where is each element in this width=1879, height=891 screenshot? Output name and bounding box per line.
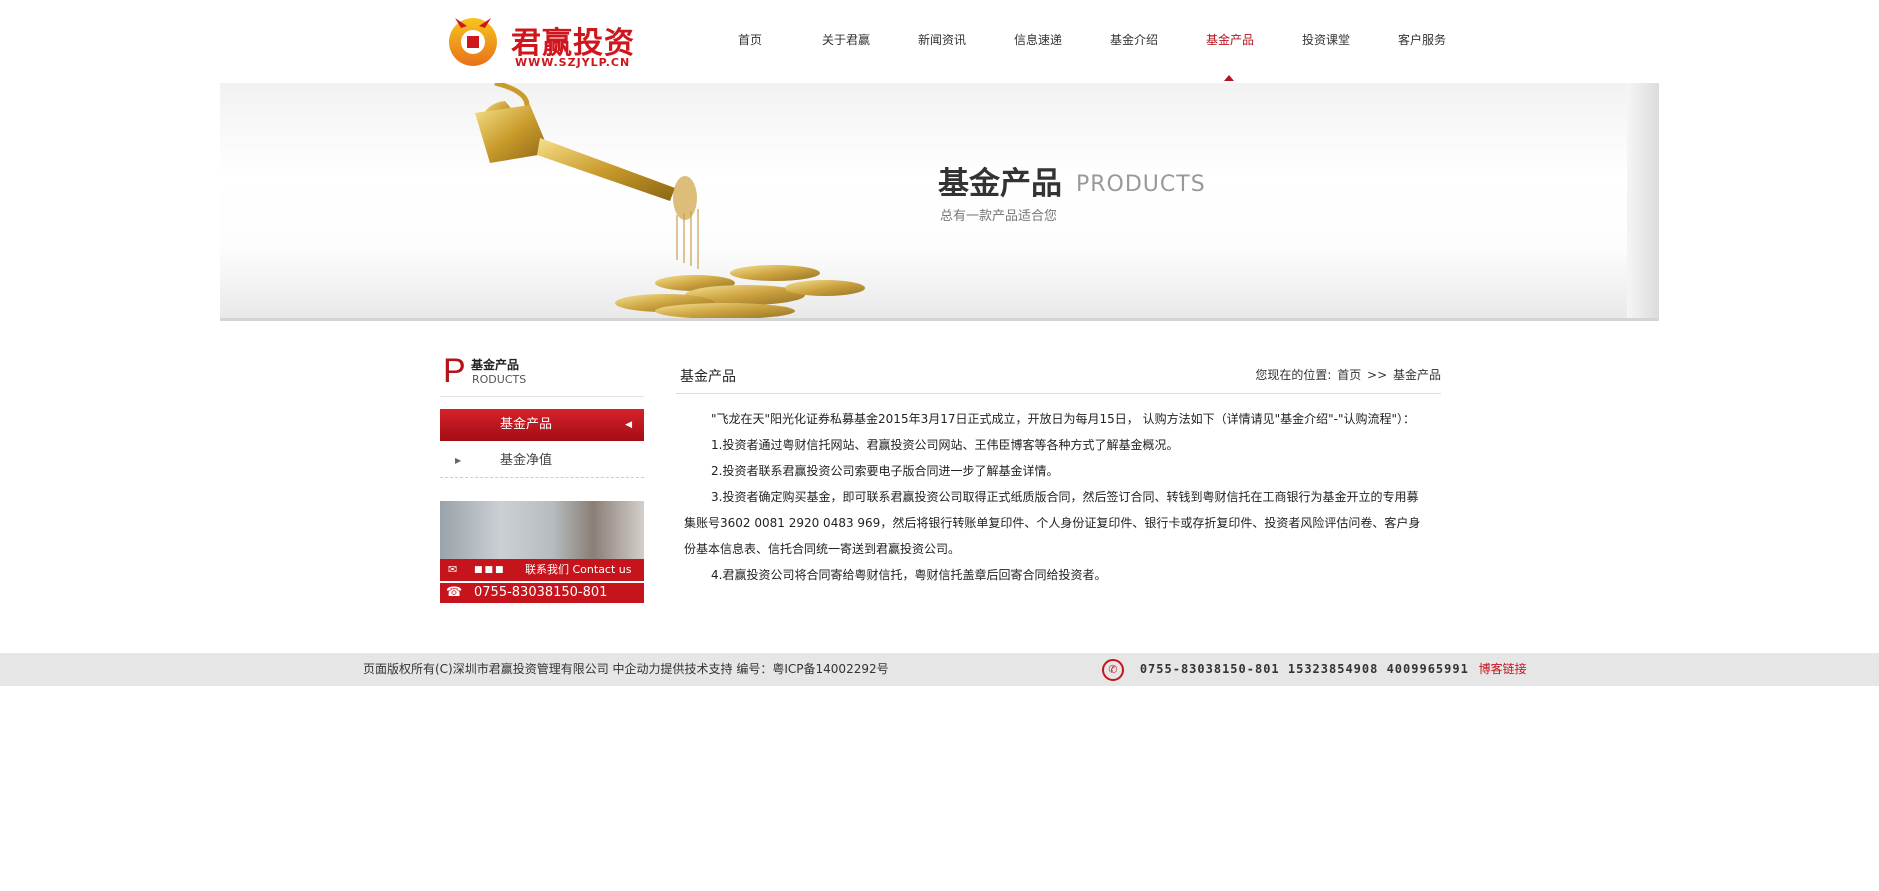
contact-us-bar: ✉ ■■■ 联系我们 Contact us bbox=[440, 559, 644, 581]
contact-us-label: 联系我们 Contact us bbox=[525, 563, 632, 576]
logo-url: WWW.SZJYLP.CN bbox=[515, 56, 631, 69]
phone-icon: ✆ bbox=[1102, 658, 1124, 681]
banner-title-en: PRODUCTS bbox=[1076, 172, 1206, 197]
breadcrumb-current: 基金产品 bbox=[1392, 368, 1441, 382]
content-header: 基金产品 您现在的位置: 首页 >> 基金产品 bbox=[676, 358, 1441, 394]
article-paragraph: 2.投资者联系君赢投资公司索要电子版合同进一步了解基金详情。 bbox=[711, 464, 1059, 478]
mail-icon: ✉ bbox=[448, 563, 458, 576]
blog-link[interactable]: 博客链接 bbox=[1479, 662, 1527, 676]
nav-news[interactable]: 新闻资讯 bbox=[894, 0, 990, 80]
banner: 基金产品 PRODUCTS 总有一款产品适合您 bbox=[220, 83, 1659, 321]
footer: 页面版权所有(C)深圳市君赢投资管理有限公司 中企动力提供技术支持 编号：粤IC… bbox=[0, 653, 1879, 686]
chevron-left-icon: ◀ bbox=[625, 420, 632, 430]
sidebar-item-fund-products[interactable]: 基金产品 ◀ bbox=[440, 409, 644, 441]
sidebar-heading: P 基金产品 RODUCTS bbox=[440, 352, 644, 397]
contact-phone-number: 0755-83038150-801 bbox=[474, 585, 608, 600]
site-logo[interactable]: 君赢投资 WWW.SZJYLP.CN bbox=[445, 12, 635, 72]
breadcrumb-separator: >> bbox=[1367, 368, 1388, 382]
sidebar-item-fund-nav[interactable]: ▶ 基金净值 bbox=[440, 447, 644, 478]
nav-fund-intro[interactable]: 基金介绍 bbox=[1086, 0, 1182, 80]
phone-icon: ☎ bbox=[446, 585, 463, 600]
breadcrumb-prefix: 您现在的位置: bbox=[1255, 368, 1332, 382]
dots-decoration: ■■■ bbox=[474, 565, 506, 575]
sidebar-item-label: 基金净值 bbox=[500, 453, 553, 468]
sidebar-heading-cn: 基金产品 bbox=[471, 358, 520, 372]
sidebar-item-label: 基金产品 bbox=[500, 417, 553, 432]
contact-phone-bar: ☎ 0755-83038150-801 bbox=[440, 583, 644, 603]
nav-home[interactable]: 首页 bbox=[702, 0, 798, 80]
nav-fund-products[interactable]: 基金产品 bbox=[1182, 0, 1278, 81]
chevron-right-icon: ▶ bbox=[455, 456, 462, 465]
article-paragraph: 4.君赢投资公司将合同寄给粤财信托，粤财信托盖章后回寄合同给投资者。 bbox=[711, 568, 1107, 582]
nav-customer-service[interactable]: 客户服务 bbox=[1374, 0, 1470, 80]
logo-icon bbox=[449, 18, 497, 66]
business-people-photo bbox=[440, 501, 644, 559]
banner-subtitle: 总有一款产品适合您 bbox=[940, 209, 1058, 224]
main-nav: 首页 关于君赢 新闻资讯 信息速递 基金介绍 基金产品 投资课堂 客户服务 bbox=[702, 0, 1470, 81]
nav-about[interactable]: 关于君赢 bbox=[798, 0, 894, 80]
article-body: "飞龙在天"阳光化证券私募基金2015年3月17日正式成立，开放日为每月15日，… bbox=[684, 406, 1429, 588]
nav-fund-products-label: 基金产品 bbox=[1205, 33, 1254, 47]
article-paragraph: "飞龙在天"阳光化证券私募基金2015年3月17日正式成立，开放日为每月15日，… bbox=[711, 412, 1415, 426]
sidebar-heading-initial: P bbox=[443, 352, 466, 390]
footer-copyright: 页面版权所有(C)深圳市君赢投资管理有限公司 中企动力提供技术支持 编号：粤IC… bbox=[363, 662, 889, 676]
footer-contact: ✆ 0755-83038150-801 15323854908 40099659… bbox=[1102, 653, 1527, 686]
banner-edge bbox=[1627, 83, 1659, 318]
article-paragraph: 3.投资者确定购买基金，即可联系君赢投资公司取得正式纸质版合同，然后签订合同、转… bbox=[684, 490, 1421, 556]
breadcrumb: 您现在的位置: 首页 >> 基金产品 bbox=[1253, 366, 1441, 383]
contact-box[interactable]: ✉ ■■■ 联系我们 Contact us ☎ 0755-83038150-80… bbox=[440, 501, 644, 603]
nav-info[interactable]: 信息速递 bbox=[990, 0, 1086, 80]
footer-phones: 0755-83038150-801 15323854908 4009965991 bbox=[1139, 662, 1469, 676]
sidebar-heading-en: RODUCTS bbox=[472, 373, 527, 386]
article-paragraph: 1.投资者通过粤财信托网站、君赢投资公司网站、王伟臣博客等各种方式了解基金概况。 bbox=[711, 438, 1179, 452]
active-caret-icon bbox=[1224, 75, 1234, 81]
breadcrumb-home[interactable]: 首页 bbox=[1337, 368, 1361, 382]
banner-title: 基金产品 bbox=[938, 166, 1062, 202]
page-title: 基金产品 bbox=[680, 369, 736, 385]
nav-investment-class[interactable]: 投资课堂 bbox=[1278, 0, 1374, 80]
